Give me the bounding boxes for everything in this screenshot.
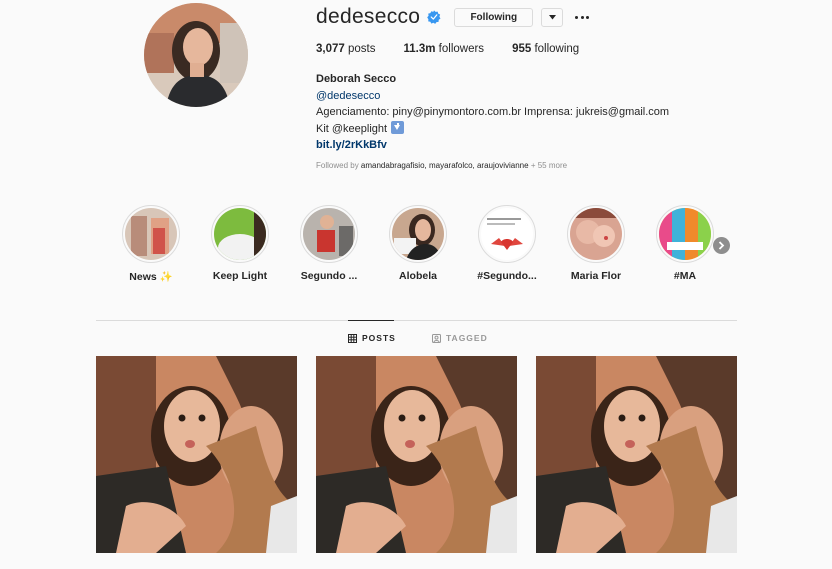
tagged-user-icon: [432, 333, 441, 343]
highlight-item[interactable]: Alobela: [378, 205, 458, 282]
highlight-item[interactable]: Keep Light: [200, 205, 280, 282]
highlight-label: Segundo ...: [300, 270, 358, 282]
highlight-thumbnail: [303, 208, 355, 260]
bio-kit-line: Kit @keeplight: [316, 120, 669, 138]
highlight-label: #Segundo...: [477, 270, 537, 282]
caret-down-icon: [548, 14, 556, 19]
followers-label: followers: [438, 43, 485, 55]
post-thumbnail[interactable]: [96, 356, 297, 553]
profile-header-row: dedesecco Following: [316, 5, 590, 29]
highlight-label: Keep Light: [212, 270, 268, 282]
highlight-item[interactable]: News ✨: [111, 205, 191, 283]
tab-tagged[interactable]: TAGGED: [432, 333, 488, 343]
highlight-label: News ✨: [129, 271, 173, 283]
followed-by-prefix: Followed by: [316, 161, 359, 170]
following-label: following: [534, 43, 580, 55]
bio-handle-link[interactable]: @dedesecco: [316, 88, 669, 105]
full-name: Deborah Secco: [316, 73, 397, 85]
highlight-label: #MA: [673, 270, 697, 282]
tab-tagged-label: TAGGED: [446, 333, 488, 343]
profile-username: dedesecco: [316, 5, 421, 28]
posts-stat: 3,077 posts: [316, 43, 375, 55]
profile-avatar[interactable]: [144, 3, 248, 107]
highlight-item[interactable]: Maria Flor: [556, 205, 636, 282]
verified-badge-icon: [427, 10, 441, 24]
bio-external-link[interactable]: bit.ly/2rKkBfv: [316, 137, 669, 154]
grid-icon: [348, 333, 357, 343]
highlights-next-button[interactable]: [713, 237, 730, 254]
more-options-icon[interactable]: [575, 14, 590, 20]
followed-by-more: + 55 more: [530, 161, 568, 170]
highlight-thumbnail: [570, 208, 622, 260]
story-highlights: News ✨ Keep Light Segundo ... Alobela #S…: [121, 205, 741, 295]
posts-label: posts: [347, 43, 376, 55]
suggestions-dropdown-button[interactable]: [541, 7, 564, 27]
followers-count: 11.3m: [403, 43, 436, 55]
followed-by-names: amandabragafisio, mayarafolco, araujoviv…: [360, 161, 529, 170]
tab-posts-label: POSTS: [362, 333, 396, 343]
profile-bio: Deborah Secco @dedesecco Agenciamento: p…: [316, 71, 669, 154]
highlight-thumbnail: [659, 208, 711, 260]
highlight-item[interactable]: #Segundo...: [467, 205, 547, 282]
posts-count: 3,077: [316, 43, 345, 55]
highlight-thumbnail: [392, 208, 444, 260]
highlight-label: Alobela: [399, 270, 437, 282]
highlight-thumbnail: [481, 208, 533, 260]
followers-stat[interactable]: 11.3m followers: [403, 43, 484, 55]
following-stat[interactable]: 955 following: [512, 43, 579, 55]
bio-kit-text: Kit @keeplight: [316, 122, 388, 135]
profile-stats: 3,077 posts 11.3m followers 955 followin…: [316, 43, 607, 55]
active-tab-indicator: [348, 320, 394, 321]
highlight-label: Maria Flor: [570, 270, 622, 282]
down-arrow-emoji-icon: [391, 120, 405, 134]
highlight-item[interactable]: Segundo ...: [289, 205, 369, 282]
followed-by[interactable]: Followed by amandabragafisio, mayarafolc…: [316, 161, 567, 170]
tab-posts[interactable]: POSTS: [348, 333, 396, 343]
post-thumbnail[interactable]: [316, 356, 517, 553]
highlight-thumbnail: [214, 208, 266, 260]
following-count: 955: [512, 43, 532, 55]
chevron-right-icon: [718, 241, 725, 250]
tabs-divider: [96, 320, 737, 321]
following-button[interactable]: Following: [454, 7, 534, 27]
highlight-thumbnail: [125, 208, 177, 260]
post-thumbnail[interactable]: [536, 356, 737, 553]
bio-contact-line: Agenciamento: piny@pinymontoro.com.br Im…: [316, 106, 670, 118]
